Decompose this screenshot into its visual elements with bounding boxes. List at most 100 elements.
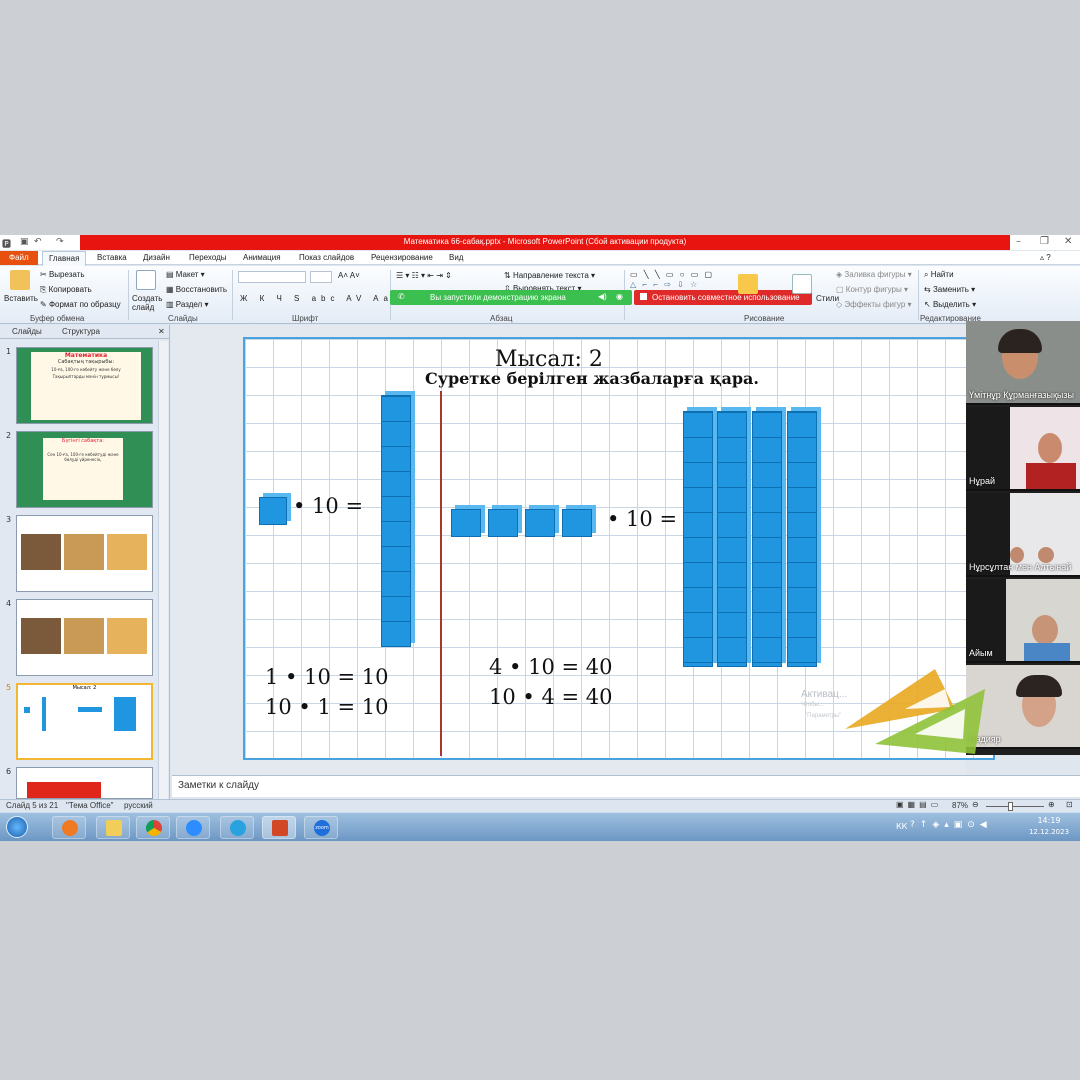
tab-review[interactable]: Рецензирование [371,253,433,262]
replace-button[interactable]: ⇆ Заменить ▾ [924,285,975,294]
font-family-select[interactable] [238,271,306,283]
close-panel-icon[interactable]: ✕ [158,327,165,336]
clock-date[interactable]: 12.12.2023 [1024,828,1074,836]
text-direction-label: Направление текста [512,271,589,280]
font-grow-icon[interactable]: A˄ A˅ [338,271,360,280]
restore-icon[interactable]: ❐ [1040,236,1049,247]
equation-line[interactable]: 4 • 10 = 40 [489,655,613,679]
shapes-gallery-row2[interactable]: △ ⌐ ⌐ ⇨ ⇩ ☆ [630,280,699,289]
unit-cube[interactable] [259,497,287,525]
tab-insert[interactable]: Вставка [97,253,127,262]
slide-thumbnail-4[interactable] [16,599,153,676]
tab-transitions[interactable]: Переходы [189,253,227,262]
equation-line[interactable]: 10 • 4 = 40 [489,685,613,709]
reset-button[interactable]: ▦ Восстановить [166,285,227,294]
start-button[interactable] [6,816,28,838]
tab-file[interactable]: Файл [0,251,38,265]
new-slide-icon[interactable] [136,270,156,290]
slide-thumbnail-6[interactable] [16,767,153,799]
close-icon[interactable]: ✕ [1064,236,1072,247]
equation-right[interactable]: • 10 = [607,507,677,531]
tab-slides[interactable]: Слайды [12,327,42,336]
unit-cube[interactable] [488,509,518,537]
equation-left[interactable]: • 10 = [293,494,363,518]
zoom-slider-thumb[interactable] [1008,802,1013,811]
slide-thumbnail-5[interactable]: Мысал: 2 [16,683,153,760]
redo-icon[interactable]: ↷ [56,237,64,247]
ten-rod[interactable] [381,395,411,647]
undo-icon[interactable]: ↶ [34,237,42,247]
paste-button[interactable]: Вставить [4,294,38,303]
slide-thumbnail-1[interactable]: Математика Сабақтың тақырыбы: 10-ға, 100… [16,347,153,424]
find-button[interactable]: ⌕ Найти [924,270,954,280]
unit-cube[interactable] [451,509,481,537]
shape-fill-button[interactable]: ◈ Заливка фигуры ▾ [836,270,912,279]
language-indicator[interactable]: русский [124,801,153,810]
theme-name: "Тема Office" [66,801,114,810]
slide-divider-line [440,391,442,756]
taskbar-chrome[interactable] [136,816,170,839]
notes-pane[interactable]: Заметки к слайду [172,775,1080,797]
font-format-buttons[interactable]: Ж К Ч S abc AV Aa A [240,294,410,303]
shape-fill-label: Заливка фигуры [844,270,906,279]
font-size-select[interactable] [310,271,332,283]
taskbar-zoom-z[interactable] [176,816,210,839]
select-button[interactable]: ↖ Выделить ▾ [924,300,976,309]
layout-button[interactable]: ▤ Макет ▾ [166,270,205,279]
stop-share-button[interactable]: Остановить совместное использование [634,290,812,305]
fit-slide-icon[interactable]: ⊡ [1066,800,1073,809]
unit-cube[interactable] [525,509,555,537]
view-buttons[interactable]: ▣▦▤▭ [896,800,942,809]
minimize-icon[interactable]: – [1016,236,1021,247]
ten-rod[interactable] [717,411,747,667]
cut-button[interactable]: ✂ Вырезать [40,270,85,279]
slide-thumbnail-3[interactable] [16,515,153,592]
tab-home[interactable]: Главная [42,251,87,266]
equation-line[interactable]: 1 • 10 = 10 [265,665,389,689]
new-slide-button[interactable]: Создать слайд [132,294,162,312]
ten-rod[interactable] [752,411,782,667]
slide-thumbnail-2[interactable]: Бүгінгі сабақта: Сен 10-ға, 100-ге көбей… [16,431,153,508]
ten-rod[interactable] [787,411,817,667]
taskbar-zoom[interactable]: zoom [304,816,338,839]
taskbar-media-player[interactable] [52,816,86,839]
zoom-slider[interactable] [986,806,1044,807]
help-icon[interactable]: ▵ ? [1040,253,1051,262]
section-button[interactable]: ▥ Раздел ▾ [166,300,208,309]
taskbar-powerpoint[interactable] [262,816,296,839]
shape-effects-button[interactable]: ◇ Эффекты фигур ▾ [836,300,912,309]
zoom-in-icon[interactable]: ⊕ [1048,800,1055,809]
arrange-icon[interactable] [738,274,758,294]
text-direction-button[interactable]: ⇅ Направление текста ▾ [504,271,595,280]
equation-line[interactable]: 10 • 1 = 10 [265,695,389,719]
quick-styles-icon[interactable] [792,274,812,294]
tray-icons[interactable]: ?↑◈▴▣⊙◀ [910,820,992,830]
ten-rod[interactable] [683,411,713,667]
paste-icon[interactable] [10,270,30,290]
window-title: Математика 66-сабақ.pptx - Microsoft Pow… [403,237,687,246]
language-indicator[interactable]: КК [896,822,907,831]
shapes-gallery[interactable]: ▭ ╲ ╲ ▭ ○ ▭ ▢ [630,270,714,279]
panel-scrollbar[interactable] [158,341,168,799]
clock-time[interactable]: 14:19 [1030,816,1068,825]
shield-icon[interactable]: ◉ [616,292,623,301]
taskbar-explorer[interactable] [96,816,130,839]
zoom-level[interactable]: 87% [952,801,968,810]
zoom-out-icon[interactable]: ⊖ [972,800,979,809]
list-buttons[interactable]: ☰ ▾ ☷ ▾ ⇤ ⇥ ⇕ [396,271,452,280]
tab-view[interactable]: Вид [449,253,463,262]
save-icon[interactable]: ▣ [20,237,29,247]
speaker-icon[interactable]: ◀) [598,292,607,301]
shape-outline-button[interactable]: ▢ Контур фигуры ▾ [836,285,908,294]
taskbar-ie[interactable] [220,816,254,839]
title-bar: 🅿 ▣ ↶ ↷ Математика 66-сабақ.pptx - Micro… [0,235,1080,250]
tab-slideshow[interactable]: Показ слайдов [299,253,354,262]
tab-design[interactable]: Дизайн [143,253,170,262]
unit-cube[interactable] [562,509,592,537]
format-painter-button[interactable]: ✎ Формат по образцу [40,300,121,309]
tab-animation[interactable]: Анимация [243,253,281,262]
copy-button[interactable]: ⎘ Копировать [40,285,92,295]
slide-subtitle[interactable]: Суретке берілген жазбаларға қара. [425,369,759,388]
tab-outline[interactable]: Структура [62,327,100,336]
thumb-title: Бүгінгі сабақта: [62,438,104,444]
